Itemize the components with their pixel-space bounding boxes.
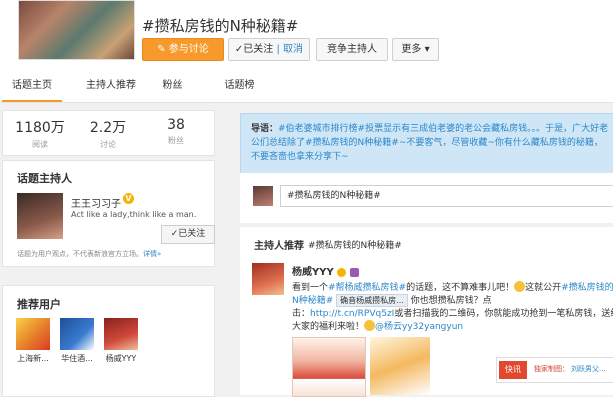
host-disclaimer: 话题为用户观点，不代表新浪官方立场。详情»: [17, 250, 162, 258]
post-text-line: 击：http://t.cn/RPVq5zI或者扫描我的二维码，你就能成功抢到一笔…: [292, 309, 613, 319]
tab-topic-home[interactable]: 话题主页: [2, 70, 62, 102]
news-popup[interactable]: 快讯 独家制图： 刘跃男父...: [496, 357, 613, 383]
recommended-user[interactable]: 杨威YYY: [101, 318, 141, 364]
short-url-link[interactable]: http://t.cn/RPVq5zI: [310, 309, 394, 319]
avatar[interactable]: [252, 263, 284, 295]
recommended-user[interactable]: 华住酒...: [57, 318, 97, 364]
post-image[interactable]: [292, 337, 366, 397]
topic-link[interactable]: #攒私房钱的: [561, 283, 613, 293]
post-box: #攒私房钱的N种秘籍#: [240, 173, 613, 223]
mention-link[interactable]: @杨云yy32yangyun: [375, 322, 463, 332]
tab-topic-rank[interactable]: 话题榜: [212, 70, 267, 102]
recommended-heading: 推荐用户: [17, 298, 61, 311]
host-rec-title: 主持人推荐: [254, 241, 304, 252]
verified-icon: [337, 268, 347, 277]
popup-source: 独家制图：: [534, 365, 569, 373]
host-description: Act like a lady,think like a man.: [71, 210, 197, 219]
cancel-follow-link[interactable]: 取消: [283, 44, 303, 55]
topic-link[interactable]: #帮杨威攒私房钱#: [328, 283, 406, 293]
smile-icon: [514, 281, 526, 292]
post-input[interactable]: #攒私房钱的N种秘籍#: [280, 185, 613, 207]
topic-stats: 1180万 阅读 2.2万 讨论 38 粉丝: [2, 110, 215, 156]
topic-tabs: 话题主页 主持人推荐 粉丝 话题榜: [0, 70, 613, 103]
post-image[interactable]: [370, 337, 430, 395]
post-author-link[interactable]: 杨威YYY: [292, 263, 359, 278]
host-followed-button[interactable]: ✓已关注: [161, 225, 215, 244]
guide-text: 导语：#伯老婆城市排行榜#投票显示有三成伯老婆的老公会藏私房钱。。。于是，广大好…: [251, 124, 609, 162]
join-discussion-button[interactable]: ✎ 参与讨论: [142, 38, 224, 61]
recommended-user[interactable]: 上海新...: [13, 318, 53, 364]
post-text-line: 大家的福利来啦！ @杨云yy32yangyun: [292, 320, 464, 332]
stat-discussions: 2.2万 讨论: [89, 120, 127, 149]
followed-button[interactable]: ✓已关注 | 取消: [228, 38, 310, 61]
tab-host-recommend[interactable]: 主持人推荐: [76, 70, 146, 102]
laugh-icon: [364, 320, 376, 331]
avatar: [60, 318, 94, 350]
verified-icon: V: [123, 193, 134, 204]
avatar: [16, 318, 50, 350]
host-name-link[interactable]: 王王习习子: [71, 195, 121, 210]
topic-header: #攒私房钱的N种秘籍# ✎ 参与讨论 ✓已关注 | 取消 竞争主持人 更多 ▾: [0, 0, 613, 70]
host-rec-tag: #攒私房钱的N种秘籍#: [308, 241, 402, 251]
member-icon: [349, 268, 359, 277]
topic-host-card: 话题主持人 王王习习子 V Act like a lady,think like…: [2, 160, 215, 267]
recommended-users-card: 推荐用户 上海新... 华住酒... 杨威YYY: [2, 285, 215, 397]
news-badge: 快讯: [499, 361, 527, 379]
topic-cover-image: [18, 0, 135, 60]
details-link[interactable]: 详情»: [143, 250, 161, 258]
compete-host-button[interactable]: 竞争主持人: [316, 38, 388, 61]
topic-guide: 导语：#伯老婆城市排行榜#投票显示有三成伯老婆的老公会藏私房钱。。。于是，广大好…: [240, 113, 613, 175]
edit-icon: ✎: [157, 44, 169, 55]
host-heading: 话题主持人: [17, 172, 72, 185]
avatar[interactable]: [17, 193, 63, 239]
popup-link[interactable]: 刘跃男父...: [571, 364, 606, 374]
tab-fans[interactable]: 粉丝: [150, 70, 195, 102]
stat-fans: 38 粉丝: [167, 117, 185, 145]
stat-reads: 1180万 阅读: [15, 120, 65, 149]
chevron-down-icon: ▾: [421, 44, 430, 55]
page-title: #攒私房钱的N种秘籍#: [142, 17, 299, 35]
more-button[interactable]: 更多 ▾: [392, 38, 439, 61]
post-text-line: 看到一个#帮杨威攒私房钱#的话题，这不算难事儿吧！ 这就公开#攒私房钱的: [292, 281, 613, 293]
avatar: [104, 318, 138, 350]
avatar: [253, 186, 273, 206]
post-text-line: N种秘籍# 确音杨威攒私房... 你也想攒私房钱？点: [292, 294, 492, 307]
topic-link[interactable]: N种秘籍#: [292, 296, 333, 306]
